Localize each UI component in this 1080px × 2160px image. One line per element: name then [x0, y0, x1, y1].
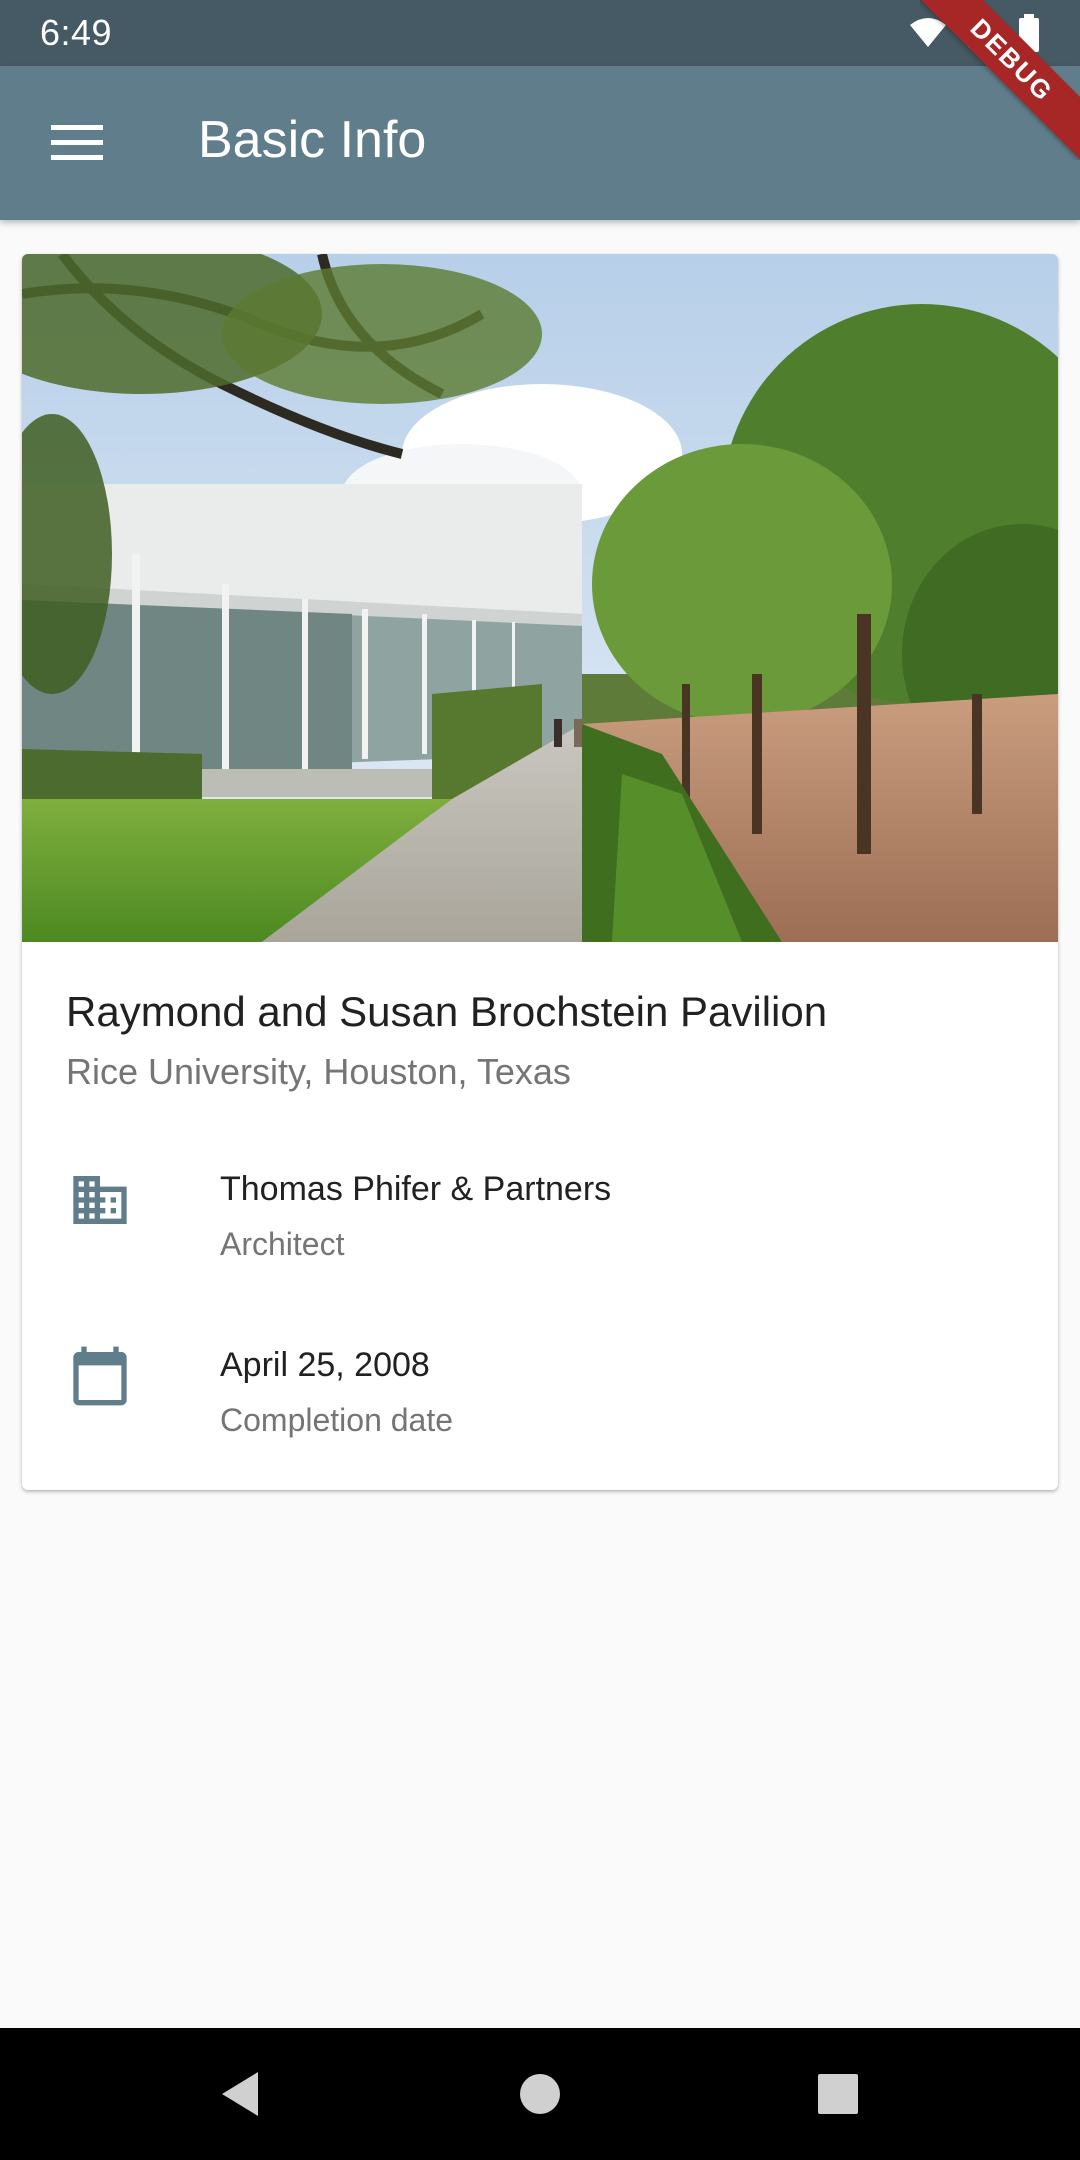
pavilion-card: Raymond and Susan Brochstein Pavilion Ri…: [22, 254, 1058, 1490]
home-icon: [520, 2074, 560, 2114]
building-icon: [73, 1176, 127, 1224]
place-location: Rice University, Houston, Texas: [66, 1051, 571, 1092]
recents-icon: [818, 2074, 858, 2114]
place-title: Raymond and Susan Brochstein Pavilion: [66, 988, 828, 1035]
completion-date-row[interactable]: April 25, 2008 Completion date: [22, 1344, 1058, 1464]
back-button[interactable]: [210, 2064, 270, 2124]
menu-button[interactable]: [40, 114, 114, 172]
back-icon: [222, 2072, 258, 2116]
status-time: 6:49: [40, 12, 113, 53]
page-title: Basic Info: [198, 111, 427, 169]
architect-name: Thomas Phifer & Partners: [220, 1170, 612, 1208]
recents-button[interactable]: [808, 2064, 868, 2124]
pavilion-photo: [22, 254, 1058, 942]
debug-banner: DEBUG: [920, 0, 1080, 160]
debug-label: DEBUG: [920, 0, 1080, 160]
completion-date-label: Completion date: [220, 1402, 454, 1438]
status-bar: 6:49: [0, 0, 1080, 66]
system-nav-bar: [0, 2028, 1080, 2160]
architect-row[interactable]: Thomas Phifer & Partners Architect: [22, 1168, 1058, 1288]
home-button[interactable]: [510, 2064, 570, 2124]
architect-label: Architect: [220, 1226, 345, 1262]
completion-date-value: April 25, 2008: [220, 1346, 430, 1384]
app-bar: Basic Info: [0, 66, 1080, 220]
menu-icon: [51, 125, 103, 160]
calendar-icon: [73, 1346, 127, 1406]
